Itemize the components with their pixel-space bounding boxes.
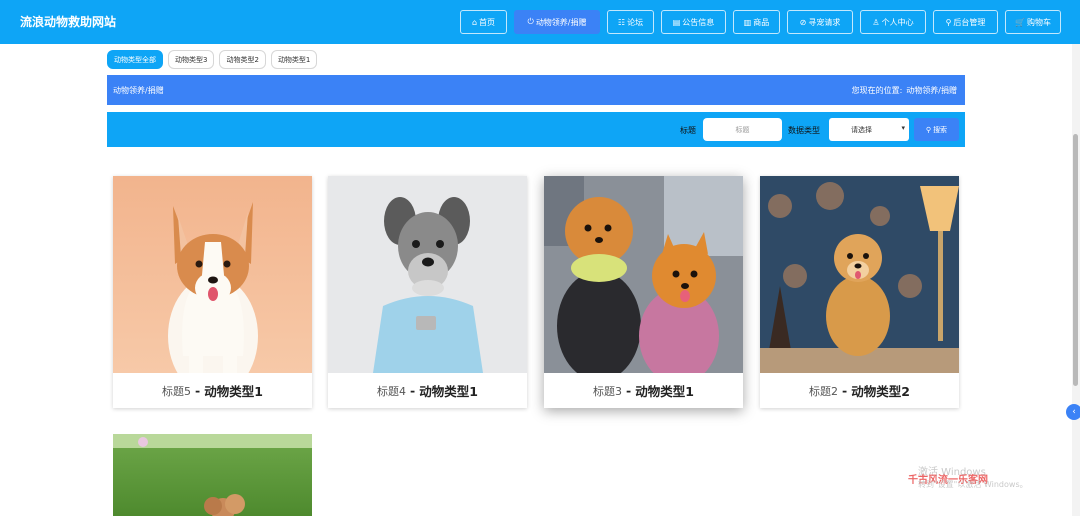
nav-label: 公告信息 (682, 17, 715, 27)
animal-card[interactable]: 标题2 - 动物类型2 (760, 176, 959, 408)
card-caption[interactable]: 标题2 - 动物类型2 (760, 373, 959, 408)
cart-icon: 🛒 (1015, 17, 1025, 27)
filter-type3[interactable]: 动物类型3 (168, 50, 215, 69)
search-button[interactable]: ⚲ 搜索 (914, 118, 959, 141)
dog-by-lamp-photo[interactable] (760, 176, 959, 373)
nav-forum[interactable]: ☷ 论坛 (607, 10, 654, 34)
search-button-label: 搜索 (933, 125, 948, 134)
animal-card[interactable]: 标题4 - 动物类型1 (328, 176, 527, 408)
type-label: 数据类型 (788, 126, 820, 135)
filter-all[interactable]: 动物类型全部 (107, 50, 163, 69)
card-separator: - (410, 383, 416, 398)
title-label: 标题 (680, 126, 696, 135)
animal-card[interactable]: 标题3 - 动物类型1 (544, 176, 743, 408)
notice-icon: ▤ (672, 17, 681, 27)
breadcrumb-current[interactable]: 动物领养/捐赠 (906, 85, 957, 96)
schnauzer-photo[interactable] (328, 176, 527, 373)
nav-label: 首页 (479, 17, 496, 27)
card-type: 动物类型2 (851, 384, 910, 399)
nav-announcements[interactable]: ▤ 公告信息 (661, 10, 726, 34)
nav-label: 动物领养/捐赠 (535, 17, 587, 27)
card-title: 标题5 (162, 384, 192, 398)
card-caption[interactable]: 标题4 - 动物类型1 (328, 373, 527, 408)
card-type: 动物类型1 (419, 384, 478, 399)
nav-label: 论坛 (627, 17, 644, 27)
card-title: 标题3 (593, 384, 623, 398)
poodle-photo[interactable] (113, 434, 312, 516)
scrollbar-thumb[interactable] (1073, 134, 1078, 386)
page-title: 动物领养/捐赠 (113, 86, 164, 95)
card-separator: - (195, 383, 201, 398)
filter-type1[interactable]: 动物类型1 (270, 50, 318, 69)
card-separator: - (842, 383, 848, 398)
breadcrumb-bar: 动物领养/捐赠 您现在的位置: 动物领养/捐赠 (107, 75, 965, 105)
forum-icon: ☷ (617, 17, 626, 27)
corgi-photo[interactable] (113, 176, 312, 373)
card-separator: - (626, 383, 632, 398)
chevron-down-icon: ▾ (901, 124, 905, 132)
pomeranian-photo[interactable] (544, 176, 743, 373)
nav-label: 寻宠请求 (808, 17, 841, 27)
card-title: 标题2 (809, 384, 839, 398)
type-select[interactable]: 请选择 ▾ (829, 118, 909, 141)
nav-label: 个人中心 (881, 17, 914, 27)
card-title: 标题4 (377, 384, 407, 398)
title-search-input[interactable]: 标题 (703, 118, 782, 141)
site-title: 流浪动物救助网站 (20, 15, 117, 29)
home-icon: ⌂ (471, 17, 478, 27)
power-icon: ⏻ (527, 17, 534, 26)
nav-label: 商品 (753, 17, 770, 27)
type-filter-bar: 动物类型全部 动物类型3 动物类型2 动物类型1 (107, 50, 318, 69)
nav-products[interactable]: ▥ 商品 (733, 10, 780, 34)
card-caption[interactable]: 标题3 - 动物类型1 (544, 373, 743, 408)
nav-label: 购物车 (1026, 17, 1051, 27)
main-nav: ⌂ 首页 ⏻ 动物领养/捐赠 ☷ 论坛 ▤ 公告信息 ▥ 商品 ⊘ 寻宠请求 ♙ 个人中心 ⚲… (460, 10, 1061, 34)
nav-pet-search[interactable]: ⊘ 寻宠请求 (787, 10, 853, 34)
nav-adoption[interactable]: ⏻ 动物领养/捐赠 (514, 10, 600, 34)
filter-type2[interactable]: 动物类型2 (219, 50, 266, 69)
search-pet-icon: ⊘ (799, 17, 807, 27)
card-type: 动物类型1 (204, 384, 263, 399)
type-select-value: 请选择 (851, 125, 872, 134)
animal-card[interactable]: 标题5 - 动物类型1 (113, 176, 312, 408)
nav-cart[interactable]: 🛒 购物车 (1005, 10, 1061, 34)
search-bar: 标题 标题 数据类型 请选择 ▾ ⚲ 搜索 (107, 112, 965, 147)
nav-home[interactable]: ⌂ 首页 (460, 10, 507, 34)
card-caption[interactable]: 标题5 - 动物类型1 (113, 373, 312, 408)
user-icon: ♙ (872, 17, 880, 27)
nav-profile[interactable]: ♙ 个人中心 (860, 10, 926, 34)
watermark-line: 转到"设置"以激活 Windows。 (918, 480, 1028, 489)
chevron-left-icon[interactable]: ‹ (1066, 404, 1080, 420)
search-icon: ⚲ (925, 125, 932, 134)
breadcrumb-prefix: 您现在的位置: (851, 86, 903, 95)
card-type: 动物类型1 (635, 384, 694, 399)
link-icon: ⚲ (945, 17, 952, 27)
animal-card-partial[interactable] (113, 434, 312, 516)
nav-label: 后台管理 (953, 17, 986, 27)
breadcrumb: 您现在的位置: 动物领养/捐赠 (852, 85, 957, 96)
top-navbar: 流浪动物救助网站 ⌂ 首页 ⏻ 动物领养/捐赠 ☷ 论坛 ▤ 公告信息 ▥ 商品 ⊘ 寻宠请… (0, 0, 1080, 44)
product-icon: ▥ (743, 17, 752, 27)
nav-admin[interactable]: ⚲ 后台管理 (933, 10, 998, 34)
